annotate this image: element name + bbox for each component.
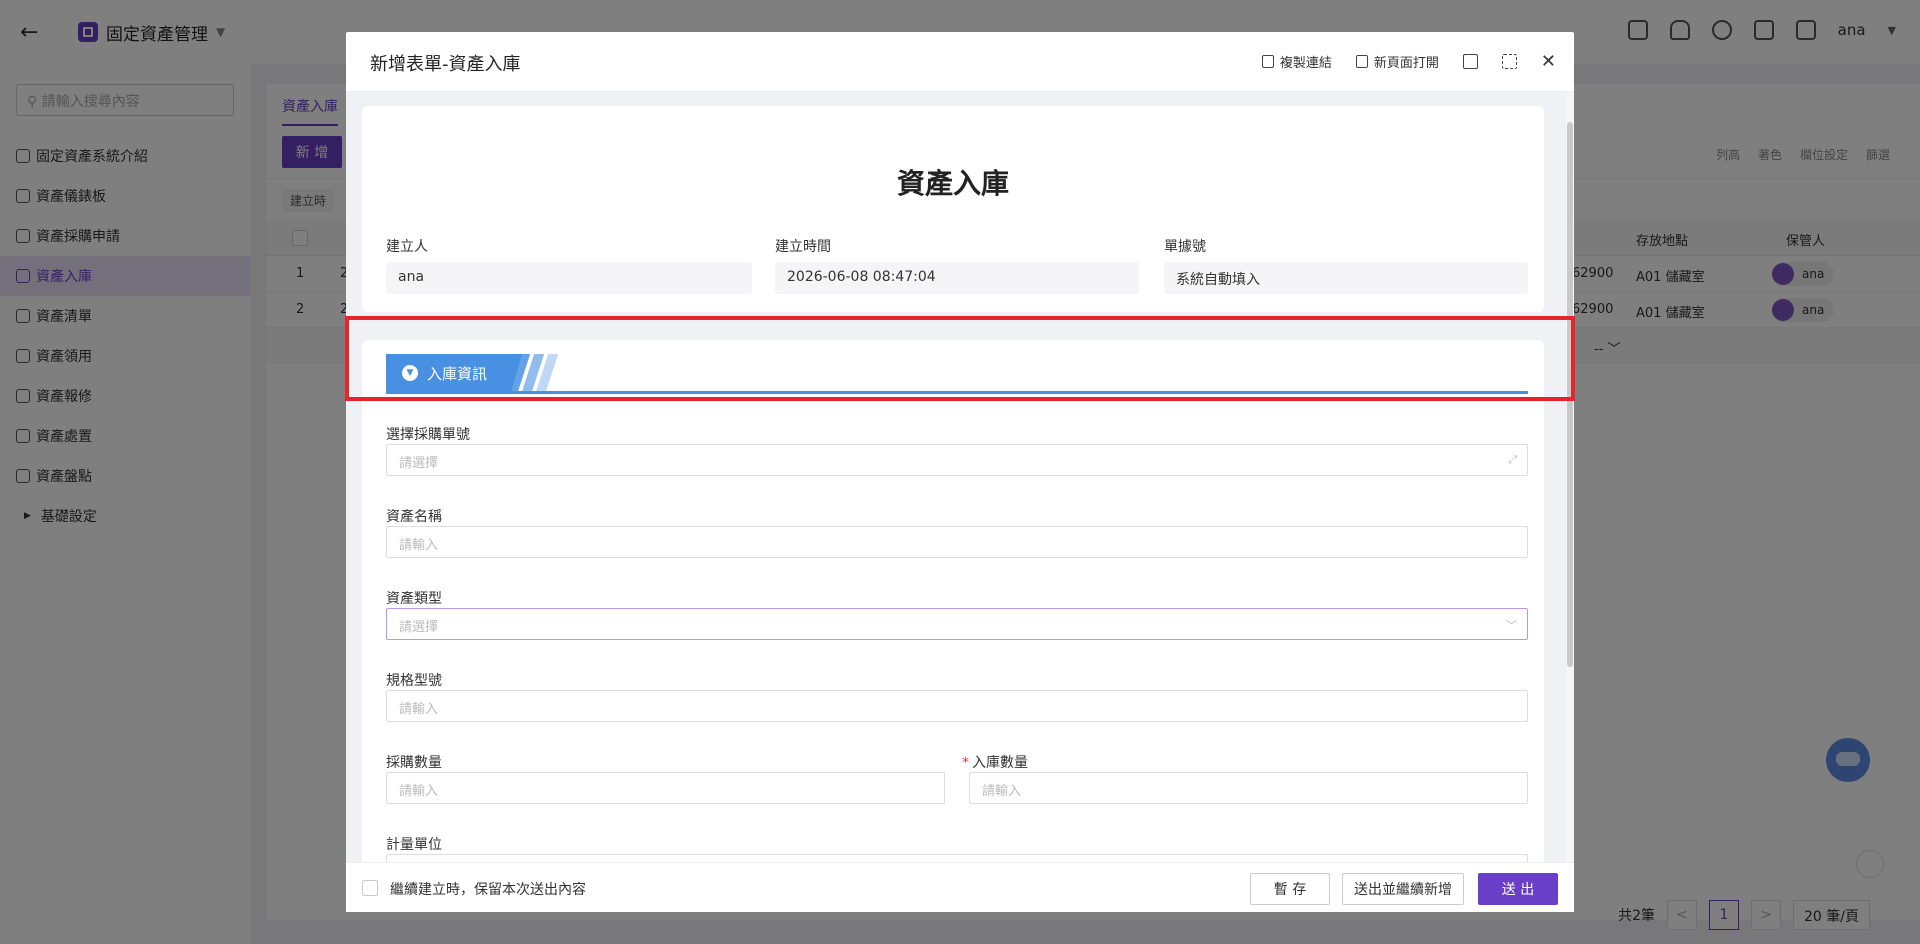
stock-qty-placeholder: 請輸入	[982, 784, 1022, 799]
copy-link-button[interactable]: 複製連結	[1261, 52, 1332, 71]
created-time-label: 建立時間	[775, 239, 831, 255]
submit-button[interactable]: 送 出	[1478, 873, 1558, 905]
purchase-qty-label: 採購數量	[386, 755, 442, 771]
modal-body: 資產入庫 建立人 ana 建立時間 2026-06-08 08:47:04 單據…	[346, 92, 1574, 862]
form-header-card: 資產入庫 建立人 ana 建立時間 2026-06-08 08:47:04 單據…	[362, 106, 1544, 312]
unit-input[interactable]	[386, 854, 1528, 862]
form-title: 資產入庫	[896, 167, 1009, 200]
spec-placeholder: 請輸入	[399, 702, 439, 717]
creator-label: 建立人	[386, 239, 428, 255]
submit-and-continue-button[interactable]: 送出並繼續新增	[1342, 873, 1464, 905]
doc-number-label: 單據號	[1164, 239, 1206, 255]
chevron-down-icon: ﹀	[1506, 619, 1517, 632]
purchase-qty-input[interactable]: 請輸入	[386, 772, 945, 804]
doc-number-field: 系統自動填入	[1164, 262, 1528, 294]
fullscreen-icon[interactable]	[1501, 54, 1517, 69]
modal-scrollbar[interactable]	[1566, 92, 1574, 862]
modal-actions: 複製連結 新頁面打開 ✕	[1261, 52, 1556, 71]
stock-qty-label-text: 入庫數量	[972, 755, 1028, 771]
asset-name-label: 資產名稱	[386, 509, 442, 525]
close-icon[interactable]: ✕	[1541, 53, 1556, 71]
stock-in-info-card: ▼ 入庫資訊 選擇採購單號 請選擇 ⤢ 資產名稱 請輸入 資產類型 請選擇 ﹀	[362, 340, 1544, 862]
po-select[interactable]: 請選擇 ⤢	[386, 444, 1528, 476]
open-new-label: 新頁面打開	[1373, 56, 1439, 71]
keep-content-checkbox[interactable]	[362, 880, 378, 896]
new-form-modal: 新增表單-資產入庫 複製連結 新頁面打開 ✕ 資產入庫 建立人 ana 建立時間…	[346, 32, 1574, 912]
asset-type-label: 資產類型	[386, 591, 442, 607]
keep-content-label[interactable]: 繼續建立時，保留本次送出內容	[390, 879, 586, 899]
asset-type-placeholder: 請選擇	[399, 620, 439, 635]
open-new-page-button[interactable]: 新頁面打開	[1355, 52, 1439, 71]
modal-footer: 繼續建立時，保留本次送出內容 暫 存 送出並繼續新增 送 出	[346, 862, 1574, 912]
expand-icon[interactable]: ⤢	[1508, 453, 1517, 467]
required-mark: *	[962, 755, 969, 771]
sidebar-panel-icon[interactable]	[1462, 54, 1478, 69]
po-placeholder: 請選擇	[399, 456, 439, 471]
modal-header: 新增表單-資產入庫 複製連結 新頁面打開 ✕	[346, 32, 1574, 92]
spec-input[interactable]: 請輸入	[386, 690, 1528, 722]
modal-title: 新增表單-資產入庫	[370, 54, 521, 75]
purchase-qty-placeholder: 請輸入	[399, 784, 439, 799]
stock-qty-label: * 入庫數量	[962, 752, 1028, 772]
stock-qty-input[interactable]: 請輸入	[969, 772, 1528, 804]
asset-name-placeholder: 請輸入	[399, 538, 439, 553]
creator-field: ana	[386, 262, 752, 294]
created-time-field: 2026-06-08 08:47:04	[775, 262, 1139, 294]
asset-name-input[interactable]: 請輸入	[386, 526, 1528, 558]
unit-label: 計量單位	[386, 837, 442, 853]
asset-type-select[interactable]: 請選擇 ﹀	[386, 608, 1528, 640]
spec-label: 規格型號	[386, 673, 442, 689]
save-draft-button[interactable]: 暫 存	[1250, 873, 1330, 905]
po-label: 選擇採購單號	[386, 427, 470, 443]
highlight-box	[345, 316, 1575, 401]
copy-icon	[1261, 55, 1274, 68]
copy-link-label: 複製連結	[1279, 56, 1332, 71]
external-link-icon	[1355, 55, 1368, 68]
